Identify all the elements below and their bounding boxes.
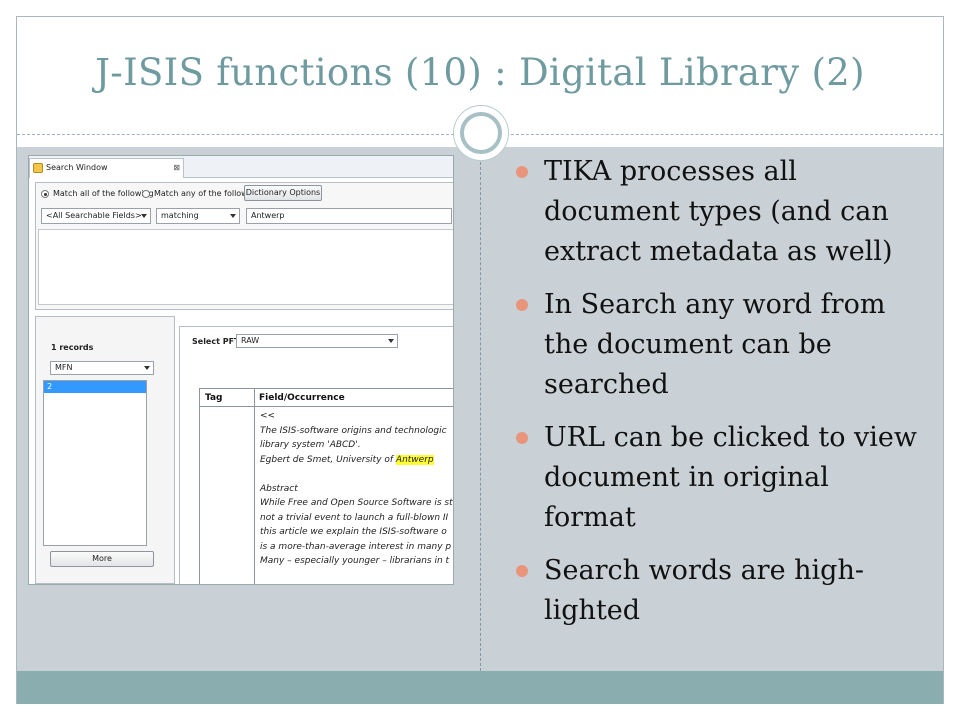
bullet-dot-icon: [516, 299, 528, 311]
bullet-dot-icon: [516, 565, 528, 577]
record-line: <<: [260, 411, 276, 421]
field-select[interactable]: <All Searchable Fields>: [41, 208, 151, 224]
bullet-item: URL can be clicked to view document in o…: [516, 418, 926, 538]
record-content: << The ISIS-software origins and technol…: [260, 409, 453, 569]
bullet-dot-icon: [516, 432, 528, 444]
dictionary-options-button[interactable]: Dictionary Options: [244, 185, 322, 201]
bullet-item: TIKA processes all document types (and c…: [516, 152, 926, 272]
bullet-dot-icon: [516, 166, 528, 178]
record-line: Many – especially younger – librarians i…: [260, 556, 450, 566]
field-select-value: <All Searchable Fields>: [46, 211, 142, 220]
table-header-tag: Tag: [200, 389, 254, 407]
list-select[interactable]: MFN: [50, 361, 154, 375]
query-panel: Match all of the following Match any of …: [35, 182, 453, 310]
bullet-item: Search words are high-lighted: [516, 551, 926, 631]
pft-select[interactable]: RAW: [236, 334, 398, 348]
record-table: Tag Field/Occurrence << The ISIS-softwar…: [199, 388, 453, 584]
tab-search-window[interactable]: Search Window (DEF_HOME//SimpleDL) ⊠: [29, 158, 184, 190]
record-line: is a more-than-average interest in many …: [260, 541, 452, 552]
bullet-text: TIKA processes all document types (and c…: [544, 156, 893, 267]
close-icon[interactable]: ⊠: [173, 159, 180, 177]
match-any-radio[interactable]: [142, 190, 150, 198]
highlighted-search-word: Antwerp: [395, 454, 434, 465]
chevron-down-icon: [388, 339, 394, 343]
decorative-circle-icon: [460, 112, 502, 154]
bullet-item: In Search any word from the document can…: [516, 285, 926, 405]
tab-bar: Search Window (DEF_HOME//SimpleDL) ⊠: [29, 156, 453, 190]
operator-select[interactable]: matching: [156, 208, 240, 224]
record-line: [260, 467, 453, 482]
list-select-value: MFN: [55, 363, 73, 372]
operator-select-value: matching: [161, 211, 199, 220]
bullet-text: In Search any word from the document can…: [544, 289, 886, 400]
match-all-radio[interactable]: [41, 190, 49, 198]
record-line: Abstract: [260, 483, 298, 494]
record-list: 2: [43, 380, 147, 546]
chevron-down-icon: [144, 366, 150, 370]
footer-bar: [17, 671, 943, 704]
records-count: 1 records: [51, 343, 94, 352]
bullet-text: Search words are high-lighted: [544, 555, 864, 626]
chevron-down-icon: [141, 214, 147, 218]
record-line: The ISIS-software origins and technologi…: [260, 425, 447, 436]
column-divider: [480, 147, 481, 671]
record-line: While Free and Open Source Software is s…: [260, 498, 453, 508]
more-button[interactable]: More: [50, 551, 154, 567]
record-line: Egbert de Smet, University of Antwerp: [260, 454, 434, 465]
record-line: library system 'ABCD'.: [260, 440, 361, 450]
table-header-field: Field/Occurrence: [254, 389, 453, 407]
record-line: not a trivial event to launch a full-blo…: [260, 512, 449, 523]
slide-title: J-ISIS functions (10) : Digital Library …: [95, 51, 865, 94]
chevron-down-icon: [230, 214, 236, 218]
app-screenshot: Search Window (DEF_HOME//SimpleDL) ⊠ Mat…: [28, 155, 454, 585]
query-results-area: [38, 229, 453, 305]
match-all-label: Match all of the following: [53, 189, 154, 198]
record-line: this article we explain the ISIS-softwar…: [260, 527, 447, 537]
list-item[interactable]: 2: [44, 381, 146, 393]
pft-select-value: RAW: [241, 336, 260, 345]
pft-label: Select PFT:: [192, 337, 243, 346]
search-window-icon: [33, 163, 43, 173]
column-separator: [254, 389, 255, 584]
bullet-text: URL can be clicked to view document in o…: [544, 422, 918, 533]
bullet-list: TIKA processes all document types (and c…: [516, 152, 926, 644]
search-value-input[interactable]: Antwerp: [246, 208, 452, 224]
